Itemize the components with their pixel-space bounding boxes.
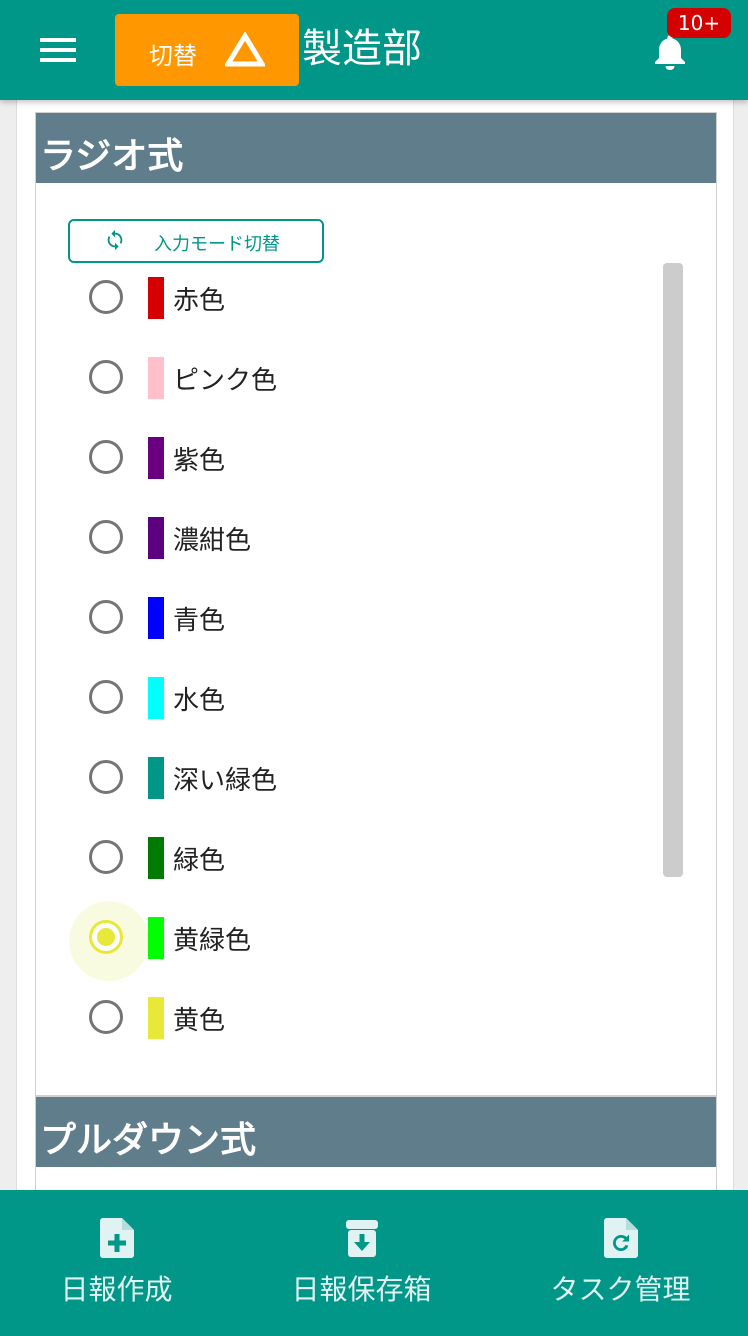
radio-option-label: ピンク色 — [173, 366, 278, 396]
switch-button[interactable]: 切替 — [115, 14, 299, 86]
switch-button-label: 切替 — [149, 42, 197, 70]
radio-button[interactable] — [89, 600, 123, 634]
color-swatch — [148, 437, 164, 479]
radio-option-label: 黄緑色 — [173, 926, 252, 956]
radio-option[interactable]: 緑色 — [36, 823, 636, 903]
color-swatch — [148, 597, 164, 639]
page-title: 製造部 — [302, 26, 422, 72]
menu-icon[interactable] — [40, 38, 76, 64]
radio-button[interactable] — [89, 440, 123, 474]
radio-button[interactable] — [89, 280, 123, 314]
radio-option[interactable]: 黄色 — [36, 983, 636, 1063]
radio-button[interactable] — [89, 920, 123, 954]
section-title: ラジオ式 — [40, 136, 184, 177]
section-header: ラジオ式 — [36, 113, 716, 183]
radio-button[interactable] — [89, 360, 123, 394]
radio-option-label: 青色 — [173, 606, 226, 636]
radio-option-label: 緑色 — [173, 846, 226, 876]
nav-report-archive[interactable]: 日報保存箱 — [237, 1190, 486, 1336]
color-swatch — [148, 677, 164, 719]
radio-option[interactable]: ピンク色 — [36, 343, 636, 423]
file-plus-icon — [99, 1218, 134, 1258]
radio-option[interactable]: 濃紺色 — [36, 503, 636, 583]
color-swatch — [148, 917, 164, 959]
radio-option-label: 水色 — [173, 686, 226, 716]
bottom-navigation: 日報作成 日報保存箱 タスク管理 — [0, 1190, 748, 1336]
nav-label: タスク管理 — [550, 1273, 691, 1306]
radio-button[interactable] — [89, 680, 123, 714]
radio-option-label: 紫色 — [173, 446, 226, 476]
nav-label: 日報保存箱 — [291, 1273, 432, 1306]
radio-button[interactable] — [89, 520, 123, 554]
radio-button[interactable] — [89, 840, 123, 874]
color-swatch — [148, 517, 164, 559]
input-mode-switch-label: 入力モード切替 — [154, 234, 280, 255]
archive-download-icon — [345, 1220, 378, 1257]
radio-option[interactable]: 黄緑色 — [36, 901, 636, 983]
color-swatch — [148, 277, 164, 319]
radio-option[interactable]: 深い緑色 — [36, 743, 636, 823]
nav-label: 日報作成 — [60, 1273, 173, 1306]
notification-badge: 10+ — [667, 8, 731, 38]
radio-option[interactable]: 青色 — [36, 583, 636, 663]
app-header: 切替 製造部 10+ — [0, 0, 748, 100]
triangle-icon — [225, 32, 265, 67]
radio-option[interactable]: 赤色 — [36, 263, 636, 343]
radio-option[interactable]: 紫色 — [36, 423, 636, 503]
radio-button[interactable] — [89, 760, 123, 794]
sync-icon — [107, 229, 123, 251]
radio-option-label: 赤色 — [173, 286, 226, 316]
color-swatch — [148, 837, 164, 879]
section-header: プルダウン式 — [36, 1097, 716, 1167]
radio-option-label: 黄色 — [173, 1006, 226, 1036]
radio-option-label: 濃紺色 — [173, 526, 252, 556]
color-swatch — [148, 997, 164, 1039]
nav-task-management[interactable]: タスク管理 — [496, 1190, 745, 1336]
radio-section: ラジオ式 入力モード切替 赤色ピンク色紫色濃紺色青色水色深い緑色緑色黄緑色黄色 — [35, 112, 717, 1096]
file-refresh-icon — [603, 1218, 638, 1258]
radio-button[interactable] — [89, 1000, 123, 1034]
color-swatch — [148, 357, 164, 399]
section-title: プルダウン式 — [40, 1120, 257, 1161]
input-mode-switch-button[interactable]: 入力モード切替 — [68, 219, 324, 263]
scrollbar[interactable] — [663, 263, 683, 877]
radio-dot — [97, 928, 115, 946]
notification-bell-icon[interactable] — [650, 32, 690, 76]
radio-option-label: 深い緑色 — [173, 766, 278, 796]
color-swatch — [148, 757, 164, 799]
radio-option[interactable]: 水色 — [36, 663, 636, 743]
nav-create-report[interactable]: 日報作成 — [0, 1190, 241, 1336]
